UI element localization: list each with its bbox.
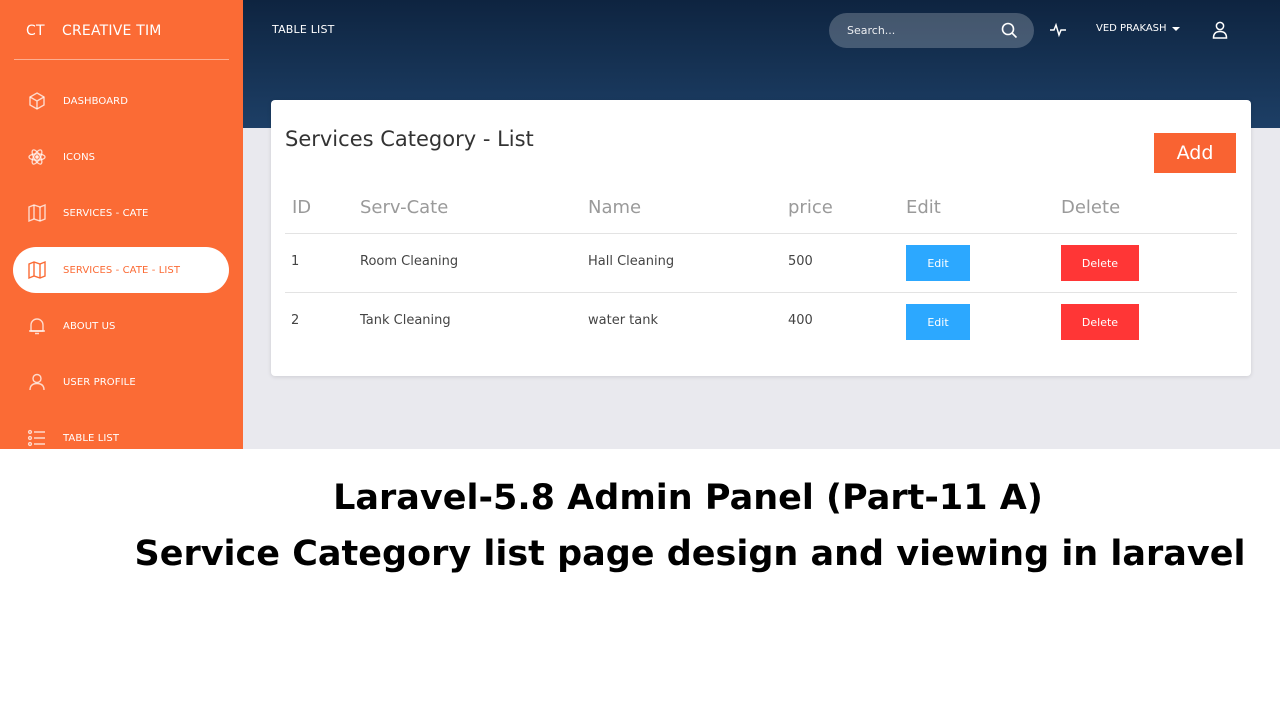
list-icon — [27, 428, 47, 448]
sidebar-item-user-profile[interactable]: USER PROFILE — [13, 359, 229, 405]
sidebar-item-label: ABOUT US — [63, 320, 116, 332]
column-header-delete: Delete — [1061, 197, 1121, 218]
edit-button[interactable]: Edit — [906, 304, 970, 340]
column-header-id: ID — [292, 197, 312, 218]
sidebar-item-label: TABLE LIST — [63, 432, 120, 444]
column-header-edit: Edit — [906, 197, 941, 218]
search-box — [829, 13, 1034, 48]
user-icon — [27, 372, 47, 392]
sidebar-item-label: SERVICES - CATE - LIST — [63, 264, 181, 276]
cell-name: Hall Cleaning — [588, 254, 675, 269]
caption-title: Laravel-5.8 Admin Panel (Part-11 A) — [333, 478, 1043, 518]
sidebar-item-about-us[interactable]: ABOUT US — [13, 303, 229, 349]
cell-id: 2 — [291, 313, 300, 328]
sidebar-item-label: USER PROFILE — [63, 376, 136, 388]
map-icon — [27, 203, 47, 223]
search-icon[interactable] — [1001, 22, 1018, 43]
sidebar-item-label: ICONS — [63, 151, 96, 163]
delete-button[interactable]: Delete — [1061, 304, 1139, 340]
sidebar-divider — [14, 59, 229, 60]
cell-price: 400 — [788, 313, 813, 328]
brand[interactable]: CT CREATIVE TIM — [26, 22, 162, 40]
brand-mini-logo: CT — [26, 23, 45, 39]
user-dropdown[interactable]: VED PRAKASH — [1096, 23, 1180, 34]
column-header-price: price — [788, 197, 833, 218]
sidebar-item-services-cate[interactable]: SERVICES - CATE — [13, 190, 229, 236]
table-divider — [285, 292, 1237, 293]
caption-subtitle: Service Category list page design and vi… — [134, 534, 1246, 574]
bell-icon — [27, 316, 47, 336]
cell-serv-cate: Tank Cleaning — [360, 313, 451, 328]
video-caption: Laravel-5.8 Admin Panel (Part-11 A) Serv… — [0, 449, 1280, 720]
delete-button[interactable]: Delete — [1061, 245, 1139, 281]
atom-icon — [27, 147, 47, 167]
brand-name: CREATIVE TIM — [62, 23, 162, 39]
admin-app-screenshot: CT CREATIVE TIM DASHBOARD ICONS SERVICES… — [0, 0, 1280, 449]
sidebar-item-icons[interactable]: ICONS — [13, 134, 229, 180]
map-icon — [27, 260, 47, 280]
column-header-name: Name — [588, 197, 642, 218]
chevron-down-icon — [1171, 26, 1180, 31]
sidebar-item-label: DASHBOARD — [63, 95, 129, 107]
services-category-card: Services Category - List Add ID Serv-Cat… — [271, 100, 1251, 376]
cell-id: 1 — [291, 254, 300, 269]
cell-name: water tank — [588, 313, 659, 328]
add-button[interactable]: Add — [1154, 133, 1236, 173]
cube-icon — [27, 91, 47, 111]
sidebar-item-label: SERVICES - CATE — [63, 207, 149, 219]
activity-pulse-icon[interactable] — [1049, 22, 1067, 42]
search-input[interactable] — [847, 24, 987, 37]
person-icon[interactable] — [1212, 21, 1228, 43]
cell-price: 500 — [788, 254, 813, 269]
cell-serv-cate: Room Cleaning — [360, 254, 459, 269]
sidebar-item-table-list[interactable]: TABLE LIST — [13, 415, 229, 449]
sidebar-item-dashboard[interactable]: DASHBOARD — [13, 78, 229, 124]
edit-button[interactable]: Edit — [906, 245, 970, 281]
user-name: VED PRAKASH — [1096, 23, 1167, 34]
sidebar-item-services-cate-list[interactable]: SERVICES - CATE - LIST — [13, 247, 229, 293]
sidebar: CT CREATIVE TIM DASHBOARD ICONS SERVICES… — [0, 0, 243, 449]
column-header-serv-cate: Serv-Cate — [360, 197, 449, 218]
table-divider — [285, 233, 1237, 234]
card-title: Services Category - List — [285, 127, 534, 151]
page-title: TABLE LIST — [272, 23, 335, 36]
